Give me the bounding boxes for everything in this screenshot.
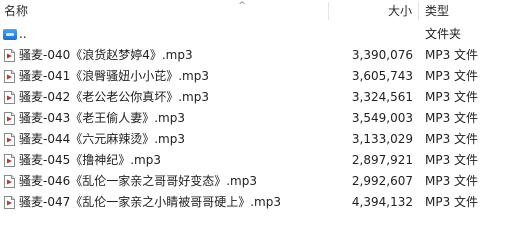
file-name: 骚麦-047《乱伦一家亲之小睛被哥哥硬上》.mp3	[19, 195, 281, 209]
file-name: 骚麦-042《老公老公你真坏》.mp3	[19, 90, 209, 104]
file-type: 文件夹	[425, 27, 462, 41]
file-type: MP3 文件	[425, 69, 479, 83]
file-name: 骚麦-044《六元麻辣烫》.mp3	[19, 132, 185, 146]
file-name: 骚麦-040《浪货赵梦婷4》.mp3	[19, 48, 193, 62]
file-name: 骚麦-045《撸神纪》.mp3	[19, 153, 161, 167]
mp3-file-icon	[4, 91, 15, 104]
file-size: 2,897,921	[351, 153, 413, 167]
list-item[interactable]: 骚麦-045《撸神纪》.mp3 2,897,921 MP3 文件	[0, 150, 513, 171]
file-type: MP3 文件	[425, 174, 479, 188]
column-divider[interactable]	[328, 2, 329, 20]
mp3-file-icon	[4, 175, 15, 188]
mp3-file-icon	[4, 154, 15, 167]
file-name: 骚麦-041《浪臀骚妞小小芘》.mp3	[19, 69, 209, 83]
file-list: .. 文件夹 骚麦-040《浪货赵梦婷4》.mp3 3,390,076 MP3 文件…	[0, 24, 513, 213]
mp3-file-icon	[4, 112, 15, 125]
file-type: MP3 文件	[425, 90, 479, 104]
list-item[interactable]: 骚麦-043《老王偷人妻》.mp3 3,549,003 MP3 文件	[0, 108, 513, 129]
mp3-file-icon	[4, 70, 15, 83]
file-type: MP3 文件	[425, 195, 479, 209]
column-header-type[interactable]: 类型	[425, 0, 505, 22]
file-type: MP3 文件	[425, 153, 479, 167]
list-item[interactable]: 骚麦-040《浪货赵梦婷4》.mp3 3,390,076 MP3 文件	[0, 45, 513, 66]
list-item[interactable]: 骚麦-046《乱伦一家亲之哥哥好变态》.mp3 2,992,607 MP3 文件	[0, 171, 513, 192]
list-item[interactable]: 骚麦-041《浪臀骚妞小小芘》.mp3 3,605,743 MP3 文件	[0, 66, 513, 87]
file-size: 4,394,132	[351, 195, 413, 209]
mp3-file-icon	[4, 49, 15, 62]
file-size: 3,324,561	[351, 90, 413, 104]
file-size: 3,390,076	[351, 48, 413, 62]
file-type: MP3 文件	[425, 111, 479, 125]
file-size: 3,605,743	[351, 69, 413, 83]
sort-up-icon: ^	[238, 1, 246, 11]
file-name: ..	[19, 27, 27, 41]
file-size: 3,133,029	[351, 132, 413, 146]
file-name: 骚麦-046《乱伦一家亲之哥哥好变态》.mp3	[19, 174, 257, 188]
file-size: 2,992,607	[351, 174, 413, 188]
parent-folder-icon	[3, 29, 17, 40]
mp3-file-icon	[4, 133, 15, 146]
list-item[interactable]: 骚麦-042《老公老公你真坏》.mp3 3,324,561 MP3 文件	[0, 87, 513, 108]
column-header: 名称 ^ 大小 类型	[0, 0, 513, 22]
list-item-parent[interactable]: .. 文件夹	[0, 24, 513, 45]
column-divider[interactable]	[418, 2, 419, 20]
file-name: 骚麦-043《老王偷人妻》.mp3	[19, 111, 185, 125]
mp3-file-icon	[4, 196, 15, 209]
list-item[interactable]: 骚麦-047《乱伦一家亲之小睛被哥哥硬上》.mp3 4,394,132 MP3 文件	[0, 192, 513, 213]
list-item[interactable]: 骚麦-044《六元麻辣烫》.mp3 3,133,029 MP3 文件	[0, 129, 513, 150]
file-type: MP3 文件	[425, 132, 479, 146]
column-header-size[interactable]: 大小	[330, 0, 412, 22]
file-size: 3,549,003	[351, 111, 413, 125]
column-header-name[interactable]: 名称	[4, 0, 324, 22]
file-type: MP3 文件	[425, 48, 479, 62]
